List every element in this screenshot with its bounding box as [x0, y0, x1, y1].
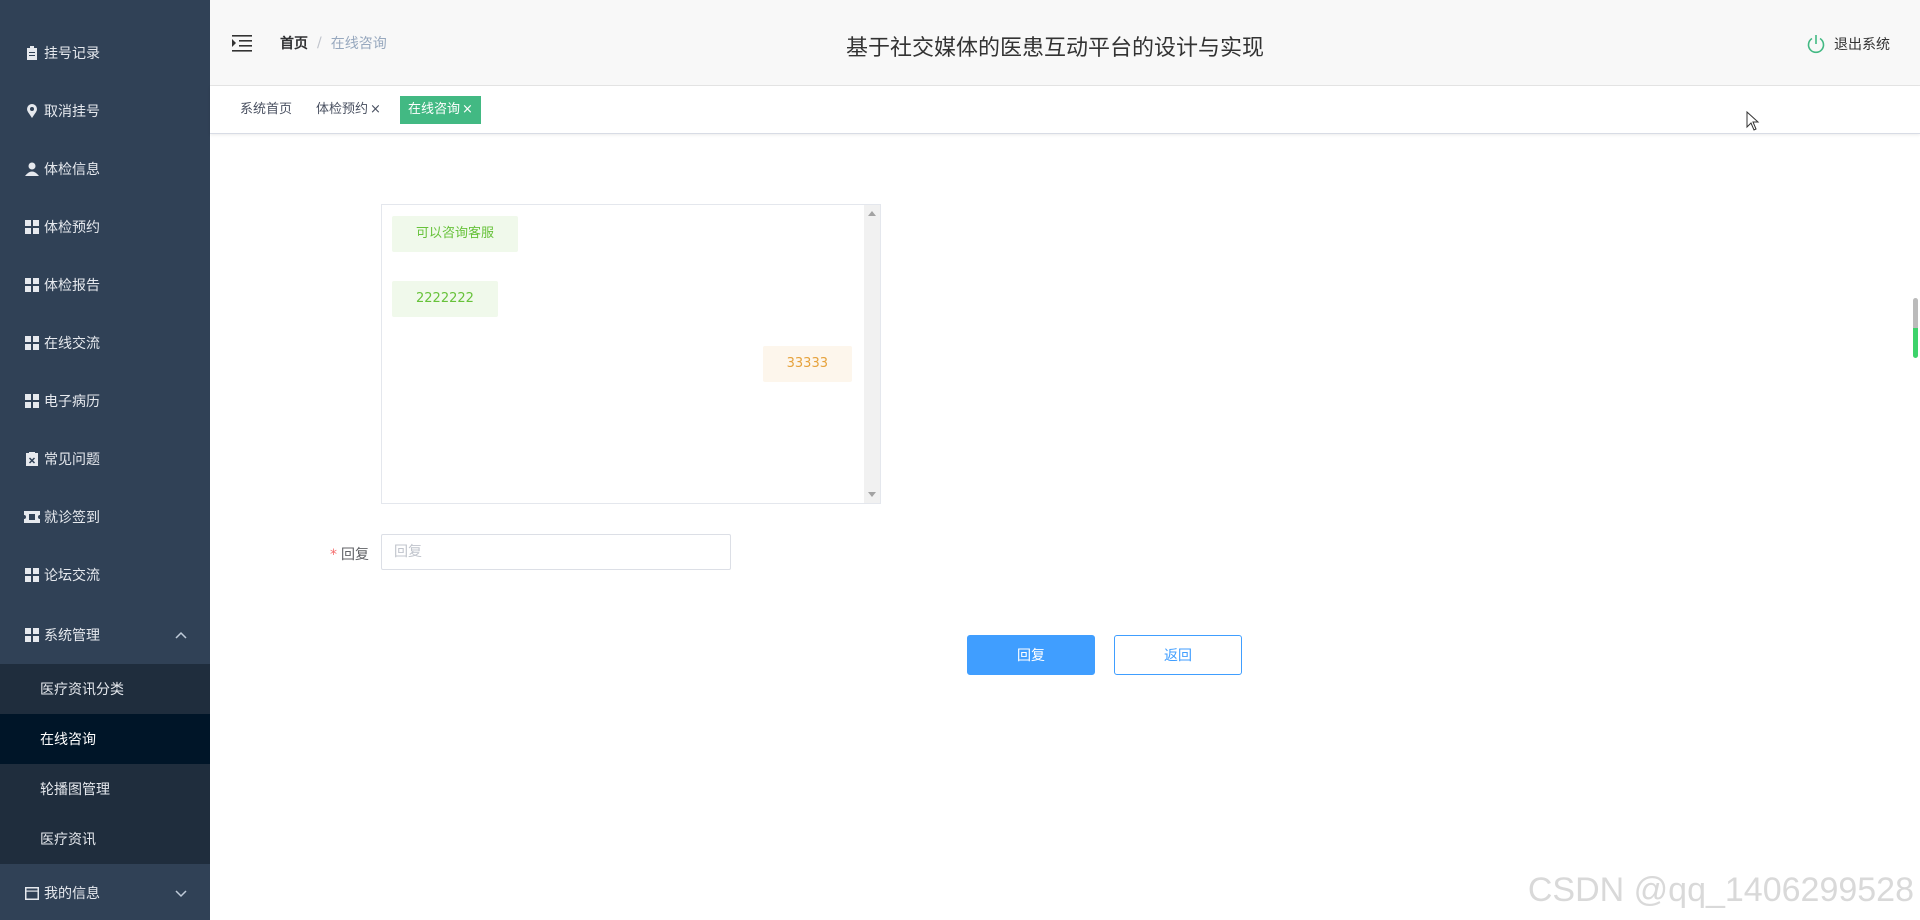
sidebar-item-checkin[interactable]: 就诊签到: [0, 488, 210, 546]
sidebar-subitem-label: 在线咨询: [40, 732, 96, 748]
sidebar-item-label: 就诊签到: [44, 510, 100, 526]
tag-label: 体检预约: [316, 102, 369, 117]
sidebar-item-forum[interactable]: 论坛交流: [0, 546, 210, 604]
sidebar-subitem-label: 轮播图管理: [40, 782, 110, 798]
sidebar-item-label: 挂号记录: [44, 46, 100, 62]
clipboard-icon: [24, 45, 40, 61]
tag-exam-booking[interactable]: 体检预约 ×: [308, 96, 389, 124]
grid-icon: [24, 393, 40, 409]
page-title: 基于社交媒体的医患互动平台的设计与实现: [845, 36, 1264, 61]
sidebar-item-label: 取消挂号: [44, 104, 100, 120]
sidebar: 挂号记录 取消挂号 体检信息 体检预约 体检报告 在线交流 电子病历 常见问题 …: [0, 0, 210, 920]
close-icon[interactable]: ×: [370, 102, 381, 117]
sidebar-item-faq[interactable]: 常见问题: [0, 430, 210, 488]
page-scrollbar[interactable]: [1913, 298, 1918, 358]
sidebar-item-exam-report[interactable]: 体检报告: [0, 256, 210, 314]
tag-system-home[interactable]: 系统首页: [232, 96, 300, 124]
grid-icon: [24, 277, 40, 293]
ticket-icon: [24, 509, 40, 525]
sidebar-subitem-news-category[interactable]: 医疗资讯分类: [0, 664, 210, 714]
sidebar-item-label: 在线交流: [44, 336, 100, 352]
close-icon[interactable]: ×: [462, 102, 473, 117]
user-icon: [24, 161, 40, 177]
logout-button[interactable]: 退出系统: [1806, 34, 1890, 54]
required-mark: *: [330, 547, 337, 563]
grid-icon: [24, 219, 40, 235]
sidebar-item-label: 我的信息: [44, 886, 100, 902]
top-header: 首页 / 在线咨询 基于社交媒体的医患互动平台的设计与实现 退出系统: [210, 0, 1920, 86]
sidebar-item-my-info[interactable]: 我的信息: [0, 864, 210, 920]
sidebar-item-label: 体检信息: [44, 162, 100, 178]
sidebar-subitem-medical-news[interactable]: 医疗资讯: [0, 814, 210, 864]
chat-scrollbar[interactable]: [864, 205, 880, 503]
document-x-icon: [24, 451, 40, 467]
sidebar-item-label: 系统管理: [44, 628, 100, 644]
logout-label: 退出系统: [1834, 37, 1890, 53]
sidebar-subitem-carousel-management[interactable]: 轮播图管理: [0, 764, 210, 814]
chat-message: 2222222: [392, 281, 498, 317]
sidebar-item-label: 电子病历: [44, 394, 100, 410]
sidebar-item-registration-records[interactable]: 挂号记录: [0, 24, 210, 82]
reply-input[interactable]: [381, 534, 731, 570]
chat-history[interactable]: 可以咨询客服 2222222 33333: [381, 204, 881, 504]
scroll-up-icon[interactable]: [868, 211, 876, 216]
sidebar-item-label: 论坛交流: [44, 568, 100, 584]
power-icon: [1807, 35, 1825, 54]
chat-message: 可以咨询客服: [392, 216, 519, 252]
grid-icon: [24, 627, 40, 643]
reply-label: * 回复: [330, 544, 369, 564]
chevron-up-icon: [175, 631, 187, 639]
scroll-down-icon[interactable]: [868, 492, 876, 497]
grid-icon: [24, 567, 40, 583]
window-icon: [24, 885, 40, 901]
reply-button[interactable]: 回复: [967, 635, 1095, 675]
sidebar-item-exam-booking[interactable]: 体检预约: [0, 198, 210, 256]
tag-online-consult[interactable]: 在线咨询 ×: [400, 96, 481, 124]
grid-icon: [24, 335, 40, 351]
sidebar-item-exam-info[interactable]: 体检信息: [0, 140, 210, 198]
location-icon: [24, 103, 40, 119]
sidebar-item-label: 体检报告: [44, 278, 100, 294]
tag-label: 在线咨询: [408, 102, 461, 117]
sidebar-subitem-label: 医疗资讯: [40, 832, 96, 848]
chat-message: 33333: [762, 346, 852, 382]
sidebar-item-label: 常见问题: [44, 452, 100, 468]
tags-view: 系统首页 体检预约 × 在线咨询 ×: [210, 86, 1920, 134]
sidebar-item-system-management[interactable]: 系统管理: [0, 606, 210, 664]
sidebar-item-medical-records[interactable]: 电子病历: [0, 372, 210, 430]
sidebar-item-online-chat[interactable]: 在线交流: [0, 314, 210, 372]
mouse-cursor-icon: [1746, 111, 1760, 131]
sidebar-item-cancel-registration[interactable]: 取消挂号: [0, 82, 210, 140]
reply-label-text: 回复: [341, 547, 369, 563]
chevron-down-icon: [175, 890, 187, 898]
sidebar-subitem-online-consult[interactable]: 在线咨询: [0, 714, 210, 764]
watermark: CSDN @qq_1406299528: [1527, 871, 1914, 909]
sidebar-subitem-label: 医疗资讯分类: [40, 682, 124, 698]
sidebar-item-label: 体检预约: [44, 220, 100, 236]
tag-label: 系统首页: [240, 102, 293, 117]
back-button[interactable]: 返回: [1114, 635, 1242, 675]
